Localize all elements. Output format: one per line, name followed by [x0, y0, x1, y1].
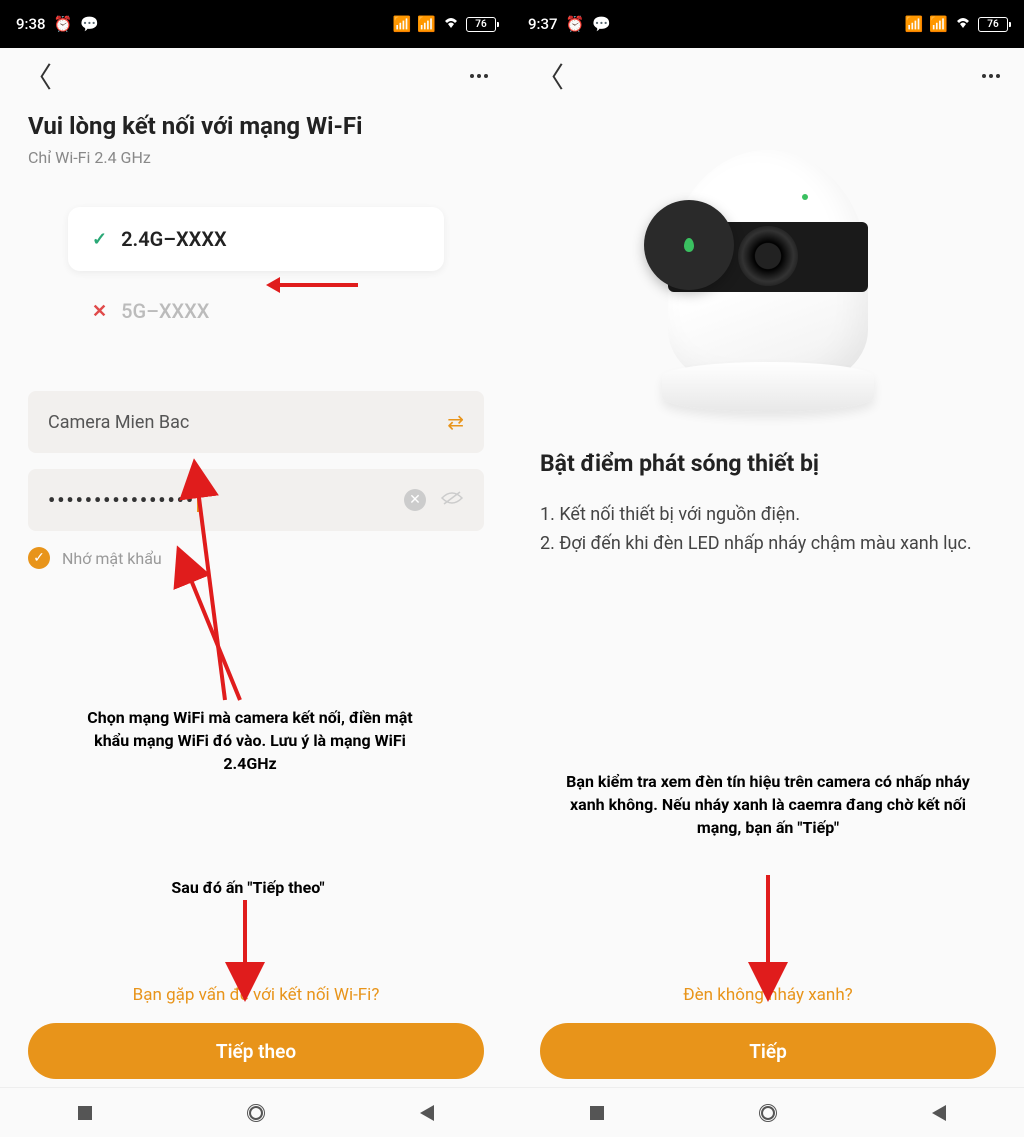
wifi-icon — [442, 15, 460, 33]
password-mask: •••••••••••••••• — [48, 488, 404, 513]
password-input[interactable]: •••••••••••••••• ✕ — [28, 469, 484, 531]
android-nav-bar — [0, 1087, 512, 1137]
page-title: Bật điểm phát sóng thiết bị — [540, 450, 996, 477]
notification-icon: 💬 — [592, 15, 611, 33]
nav-back-icon[interactable] — [932, 1105, 946, 1121]
wifi-help-link[interactable]: Bạn gặp vấn đề với kết nối Wi-Fi? — [28, 985, 484, 1005]
battery-icon: 76 — [978, 17, 1008, 32]
wifi-5g-label: 5G–XXXX — [121, 299, 209, 323]
annotation-wifi: Chọn mạng WiFi mà camera kết nối, điền m… — [70, 706, 430, 776]
wifi-option-5g: ✕ 5G–XXXX — [68, 287, 444, 335]
notification-icon: 💬 — [80, 15, 99, 33]
wifi-24g-label: 2.4G–XXXX — [121, 227, 227, 251]
nav-recents-icon[interactable] — [78, 1106, 92, 1120]
wifi-option-24g[interactable]: ✓ 2.4G–XXXX — [68, 207, 444, 271]
back-button[interactable]: 〈 — [24, 56, 52, 96]
signal-icon: 📶 — [905, 15, 924, 33]
status-time: 9:37 — [528, 15, 558, 33]
cross-icon: ✕ — [92, 301, 107, 322]
swap-network-icon[interactable]: ⇄ — [447, 410, 464, 434]
next-button[interactable]: Tiếp theo — [28, 1023, 484, 1079]
status-bar: 9:37 ⏰ 💬 📶 📶 76 — [512, 0, 1024, 48]
more-icon[interactable] — [982, 74, 1000, 78]
camera-illustration — [540, 120, 996, 420]
ssid-input[interactable]: Camera Mien Bac ⇄ — [28, 391, 484, 453]
alarm-icon: ⏰ — [54, 15, 73, 33]
back-button[interactable]: 〈 — [536, 56, 564, 96]
signal-icon-2: 📶 — [417, 15, 436, 33]
status-bar: 9:38 ⏰ 💬 📶 📶 76 — [0, 0, 512, 48]
annotation-arrow — [278, 283, 358, 287]
app-bar: 〈 — [0, 48, 512, 104]
battery-icon: 76 — [466, 17, 496, 32]
annotation-check-led: Bạn kiểm tra xem đèn tín hiệu trên camer… — [556, 770, 980, 840]
eye-icon[interactable] — [440, 490, 464, 511]
led-help-link[interactable]: Đèn không nháy xanh? — [540, 985, 996, 1005]
status-time: 9:38 — [16, 15, 46, 33]
step-2: 2. Đợi đến khi đèn LED nhấp nháy chậm mà… — [540, 530, 996, 559]
alarm-icon: ⏰ — [566, 15, 585, 33]
nav-back-icon[interactable] — [420, 1105, 434, 1121]
remember-label: Nhớ mật khẩu — [62, 549, 162, 568]
remember-check-icon: ✓ — [28, 547, 50, 569]
continue-button[interactable]: Tiếp — [540, 1023, 996, 1079]
nav-home-icon[interactable] — [761, 1106, 775, 1120]
phone-right: 9:37 ⏰ 💬 📶 📶 76 〈 Bật điểm phát — [512, 0, 1024, 1137]
nav-home-icon[interactable] — [249, 1106, 263, 1120]
nav-recents-icon[interactable] — [590, 1106, 604, 1120]
check-icon: ✓ — [92, 229, 107, 250]
annotation-next: Sau đó ấn "Tiếp theo" — [118, 876, 378, 899]
android-nav-bar — [512, 1087, 1024, 1137]
more-icon[interactable] — [470, 74, 488, 78]
page-subtitle: Chỉ Wi-Fi 2.4 GHz — [28, 148, 484, 167]
led-zoom-icon — [644, 200, 734, 290]
step-1: 1. Kết nối thiết bị với nguồn điện. — [540, 501, 996, 530]
clear-icon[interactable]: ✕ — [404, 489, 426, 511]
signal-icon-2: 📶 — [929, 15, 948, 33]
page-title: Vui lòng kết nối với mạng Wi-Fi — [28, 112, 484, 140]
signal-icon: 📶 — [393, 15, 412, 33]
wifi-icon — [954, 15, 972, 33]
app-bar: 〈 — [512, 48, 1024, 104]
remember-password-row[interactable]: ✓ Nhớ mật khẩu — [28, 547, 484, 569]
ssid-value: Camera Mien Bac — [48, 412, 447, 433]
phone-left: 9:38 ⏰ 💬 📶 📶 76 〈 Vui lòng kết nối với m… — [0, 0, 512, 1137]
